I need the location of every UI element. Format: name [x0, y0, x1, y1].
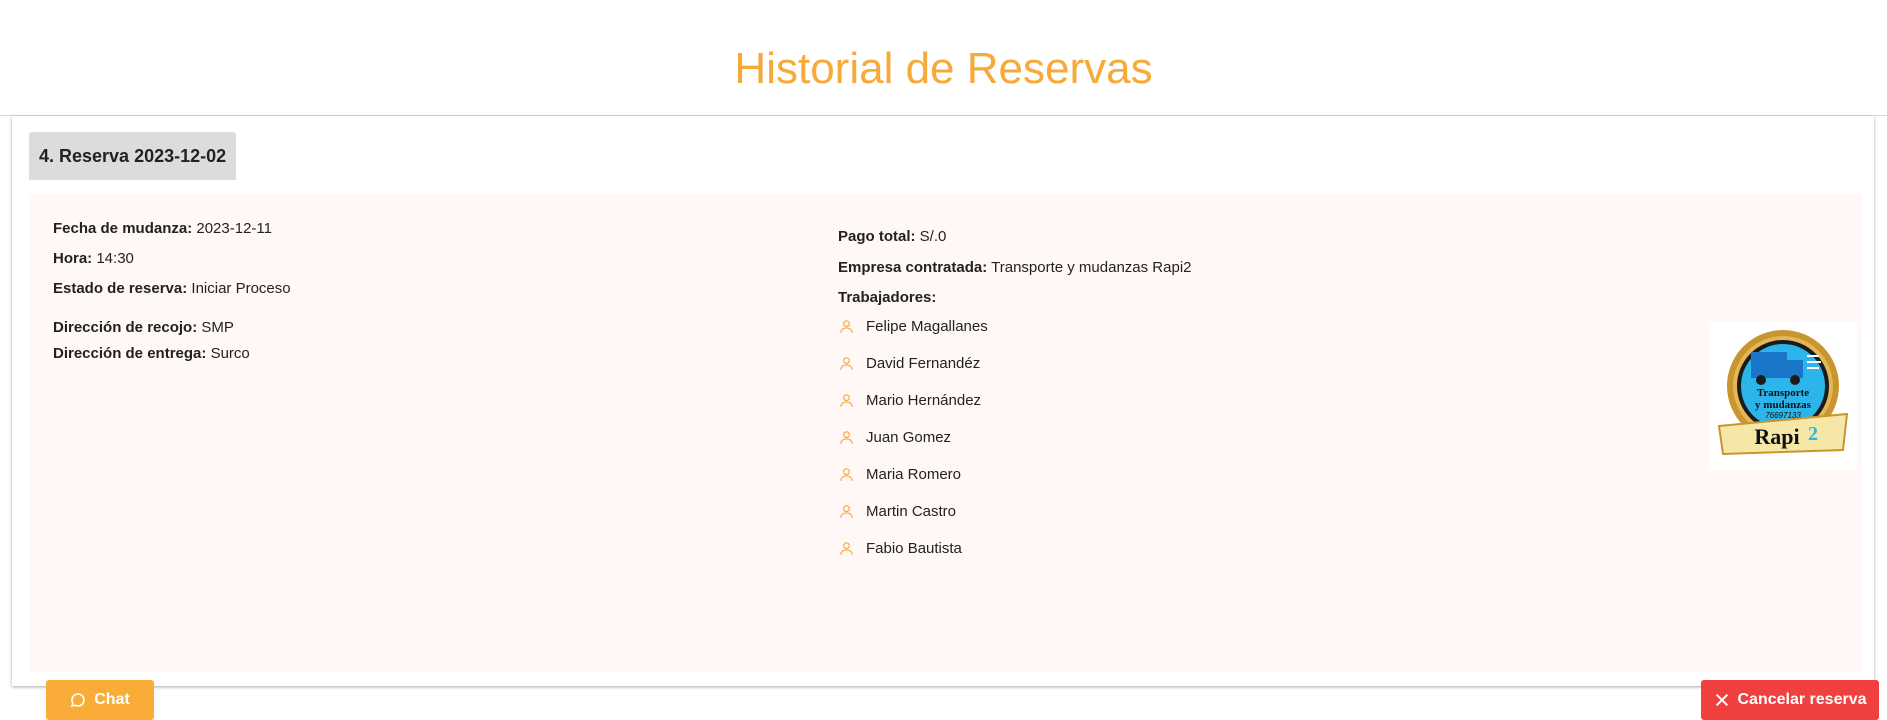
- cancel-reservation-label: Cancelar reserva: [1737, 691, 1867, 708]
- reservation-status-value: Iniciar Proceso: [191, 280, 291, 297]
- worker-item: Juan Gomez: [838, 429, 951, 446]
- workers-heading: Trabajadores:: [838, 289, 936, 306]
- user-icon: [840, 431, 853, 444]
- total-payment: Pago total: S/.0: [838, 228, 946, 245]
- user-icon: [840, 357, 853, 370]
- delivery-address-label: Dirección de entrega:: [53, 345, 207, 362]
- user-icon: [840, 320, 853, 333]
- user-icon: [840, 505, 853, 518]
- pickup-address-value: SMP: [201, 319, 234, 336]
- worker-name: Juan Gomez: [866, 429, 952, 446]
- cancel-reservation-button[interactable]: Cancelar reserva: [1701, 680, 1879, 720]
- page-title: Historial de Reservas: [734, 44, 1153, 93]
- user-icon: [840, 394, 853, 407]
- worker-item: Martin Castro: [838, 503, 956, 520]
- worker-name: Felipe Magallanes: [866, 318, 988, 335]
- worker-name: Fabio Bautista: [866, 540, 962, 557]
- user-icon: [840, 542, 853, 555]
- logo-line1: Transporte: [1757, 387, 1809, 399]
- reservation-details-panel: Fecha de mudanza: 2023-12-11 Hora: 14:30…: [29, 194, 1879, 720]
- pickup-address-label: Dirección de recojo:: [53, 319, 198, 336]
- logo-line2: y mudanzas: [1755, 399, 1812, 411]
- time-label: Hora:: [53, 250, 93, 267]
- worker-name: Mario Hernández: [866, 392, 982, 409]
- contracted-company: Empresa contratada: Transporte y mudanza…: [838, 259, 1192, 276]
- contracted-company-value: Transporte y mudanzas Rapi2: [991, 259, 1192, 276]
- reservation-status: Estado de reserva: Iniciar Proceso: [53, 280, 291, 297]
- logo-brand: Rapi: [1754, 424, 1799, 449]
- company-logo-graphic: Transporte y mudanzas 76697133 Rapi 2: [1717, 330, 1849, 456]
- reservation-tab[interactable]: 4. Reserva 2023-12-02: [29, 132, 237, 180]
- truck-icon: [1751, 352, 1787, 378]
- reservation-card: 4. Reserva 2023-12-02 Fecha de mudanza: …: [12, 116, 1879, 720]
- contracted-company-label: Empresa contratada:: [838, 259, 988, 276]
- delivery-address: Dirección de entrega: Surco: [53, 345, 250, 362]
- user-icon: [840, 468, 853, 481]
- time: Hora: 14:30: [53, 250, 134, 267]
- worker-item: Fabio Bautista: [838, 540, 962, 557]
- time-value: 14:30: [96, 250, 134, 267]
- workers-label: Trabajadores:: [838, 289, 937, 306]
- close-icon: [1715, 693, 1728, 707]
- total-payment-label: Pago total:: [838, 228, 916, 245]
- worker-name: David Fernandéz: [866, 355, 981, 372]
- worker-item: David Fernandéz: [838, 355, 980, 372]
- worker-name: Martin Castro: [866, 503, 957, 520]
- chat-button[interactable]: Chat: [46, 680, 154, 720]
- chat-button-label: Chat: [94, 691, 130, 708]
- logo-brand-sup: 2: [1808, 423, 1818, 445]
- worker-item: Maria Romero: [838, 466, 961, 483]
- total-payment-value: S/.0: [919, 228, 947, 245]
- moving-date-value: 2023-12-11: [196, 220, 272, 237]
- worker-item: Mario Hernández: [838, 392, 981, 409]
- moving-date-label: Fecha de mudanza:: [53, 220, 193, 237]
- moving-date: Fecha de mudanza: 2023-12-11: [53, 220, 272, 237]
- delivery-address-value: Surco: [210, 345, 250, 362]
- company-logo: Transporte y mudanzas 76697133 Rapi 2: [1709, 322, 1857, 470]
- worker-item: Felipe Magallanes: [838, 318, 988, 335]
- chat-bubble-icon: [71, 693, 86, 708]
- page-header: Historial de Reservas: [0, 0, 1887, 116]
- reservation-status-label: Estado de reserva:: [53, 280, 188, 297]
- worker-name: Maria Romero: [866, 466, 962, 483]
- pickup-address: Dirección de recojo: SMP: [53, 319, 234, 336]
